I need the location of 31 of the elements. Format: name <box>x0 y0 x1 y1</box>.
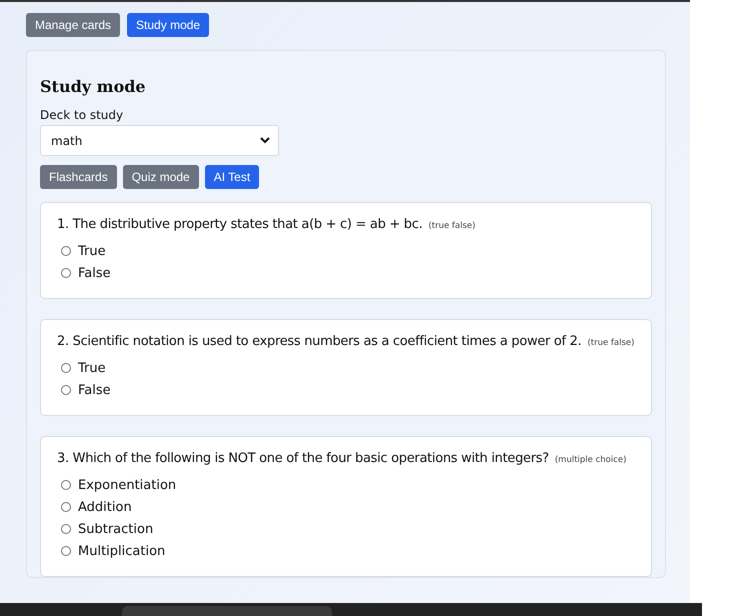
nav-tab[interactable]: Study mode <box>127 13 210 37</box>
question-type: (true false) <box>587 338 634 348</box>
option-label: Addition <box>78 500 132 514</box>
chevron-down-icon <box>260 137 270 144</box>
radio-button[interactable] <box>61 268 71 278</box>
option-label: True <box>78 360 106 376</box>
option-label: Exponentiation <box>78 478 176 492</box>
radio-button[interactable] <box>61 546 71 556</box>
radio-button[interactable] <box>61 524 71 534</box>
mode-button[interactable]: Flashcards <box>40 165 117 189</box>
deck-select[interactable]: math <box>40 125 279 156</box>
question-type: (multiple choice) <box>554 455 626 465</box>
radio-button[interactable] <box>61 363 71 373</box>
radio-button[interactable] <box>61 246 71 256</box>
option-label: True <box>78 244 106 258</box>
field-label: Deck to study <box>40 108 124 122</box>
nav-tab[interactable]: Manage cards <box>26 13 120 37</box>
question-text: 2. Scientific notation is used to express numbers as a coefficient times a power of 2. <box>57 334 582 349</box>
radio-button[interactable] <box>61 480 71 490</box>
mode-button[interactable]: Quiz mode <box>122 165 199 189</box>
mode-button[interactable]: AI Test <box>204 165 260 189</box>
radio-button[interactable] <box>61 385 71 395</box>
question-text: 3. Which of the following is NOT one of the four basic operations with integers? <box>57 451 549 466</box>
question-text: 1. The distributive property states that a(b + c) = ab + bc. <box>57 217 422 232</box>
panel-title: Study mode <box>40 77 146 96</box>
radio-button[interactable] <box>61 502 71 512</box>
option-label: Multiplication <box>78 544 166 558</box>
option-label: False <box>78 382 111 398</box>
option-label: False <box>78 266 111 280</box>
question-type: (true false) <box>428 221 476 231</box>
option-label: Subtraction <box>78 522 154 536</box>
